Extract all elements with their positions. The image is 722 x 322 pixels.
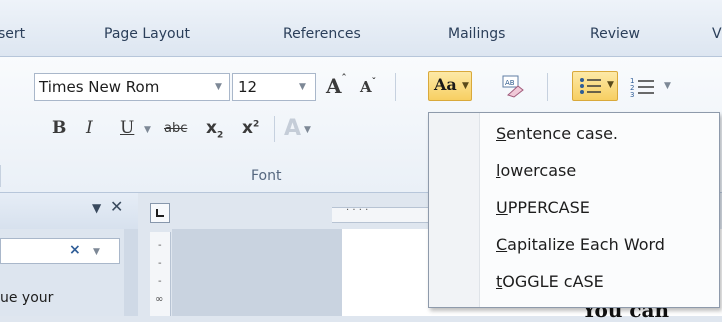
dropdown-arrow-icon: ▼ — [462, 81, 469, 91]
dropdown-arrow-icon[interactable]: ▼ — [304, 125, 311, 135]
font-name-value: Times New Rom — [39, 78, 160, 96]
separator — [0, 165, 1, 187]
tab-review[interactable]: Review — [590, 26, 640, 42]
strikethrough-button[interactable]: abc — [164, 121, 187, 136]
change-case-button[interactable]: Aa ▼ — [428, 71, 472, 101]
pane-header: ▼ ✕ — [0, 193, 138, 229]
menu-item-uppercase[interactable]: UPPERCASE — [430, 190, 718, 226]
numbering-button[interactable]: 1 2 3 ▼ — [628, 73, 678, 101]
change-case-icon: Aa — [434, 75, 457, 94]
menu-item-rest: PPERCASE — [507, 198, 590, 217]
bullets-icon — [580, 78, 601, 94]
bold-button[interactable]: B — [52, 118, 66, 138]
dropdown-arrow-icon[interactable]: ▼ — [607, 80, 614, 90]
horizontal-ruler: · · · · — [332, 205, 432, 223]
clear-format-icon: AB — [502, 75, 524, 98]
tab-page-layout[interactable]: Page Layout — [104, 26, 190, 42]
tab-mailings[interactable]: Mailings — [448, 26, 505, 42]
tab-references[interactable]: References — [283, 26, 361, 42]
font-size-combobox[interactable]: 12 ▼ — [232, 73, 316, 101]
menu-item-rest: entence case. — [506, 124, 618, 143]
separator — [547, 73, 548, 101]
underline-button[interactable]: U — [120, 118, 134, 138]
tab-insert[interactable]: sert — [0, 26, 25, 42]
font-group-label: Font — [251, 168, 282, 184]
document-margin-area — [172, 229, 342, 316]
change-case-menu: Sentence case. lowercase UPPERCASE Capit… — [428, 112, 720, 308]
menu-item-sentence-case[interactable]: Sentence case. — [430, 116, 718, 152]
menu-item-rest: apitalize Each Word — [507, 235, 665, 254]
ruler-tick: · · · · — [346, 205, 369, 216]
separator — [274, 116, 275, 142]
clear-format-button[interactable]: AB — [500, 73, 526, 99]
menu-item-label: tOGGLE cASE — [496, 264, 604, 300]
tab-stop-icon — [156, 209, 164, 217]
bullets-button[interactable]: ▼ — [572, 71, 618, 101]
separator — [395, 73, 396, 101]
menu-item-capitalize-each-word[interactable]: Capitalize Each Word — [430, 227, 718, 263]
superscript-label: x — [242, 118, 253, 138]
pane-search-input[interactable]: × ▼ — [0, 238, 120, 264]
ruler-tick: - — [158, 276, 162, 287]
italic-button[interactable]: I — [86, 118, 93, 138]
text-effects-icon[interactable]: A — [284, 116, 301, 141]
shrink-font-button[interactable]: Aˇ — [360, 78, 376, 96]
pane-menu-arrow-icon[interactable]: ▼ — [92, 201, 101, 215]
tab-view-partial[interactable]: V — [712, 26, 722, 42]
ruler-tick: ∞ — [155, 294, 164, 305]
menu-item-rest: OGGLE cASE — [502, 272, 604, 291]
ribbon-tab-bar: sert Page Layout References Mailings Rev… — [0, 0, 722, 57]
font-size-value: 12 — [238, 78, 258, 96]
dropdown-arrow-icon[interactable]: ▼ — [299, 74, 306, 100]
pane-scrollbar[interactable] — [124, 229, 138, 316]
superscript-button[interactable]: x2 — [242, 118, 259, 138]
shrink-font-icon: A — [360, 78, 372, 96]
svg-text:AB: AB — [505, 79, 515, 87]
menu-item-mnemonic: S — [496, 124, 507, 143]
subscript-label: x — [206, 118, 217, 138]
menu-item-rest: owercase — [500, 161, 577, 180]
menu-item-toggle-case[interactable]: tOGGLE cASE — [430, 264, 718, 300]
clear-icon[interactable]: × — [69, 242, 81, 258]
tab-stop-button[interactable] — [150, 203, 170, 223]
ruler-tick: - — [158, 258, 162, 269]
font-name-combobox[interactable]: Times New Rom ▼ — [34, 73, 230, 101]
menu-item-label: Capitalize Each Word — [496, 227, 665, 263]
svg-text:3: 3 — [630, 91, 634, 99]
grow-font-button[interactable]: Aˆ — [326, 74, 347, 98]
grow-font-icon: A — [326, 74, 342, 98]
dropdown-arrow-icon[interactable]: ▼ — [664, 81, 671, 91]
menu-item-label: UPPERCASE — [496, 190, 590, 226]
menu-item-mnemonic: U — [496, 198, 508, 217]
dropdown-arrow-icon[interactable]: ▼ — [215, 74, 222, 100]
pane-text: ue your — [0, 290, 54, 306]
ruler-tick: - — [158, 240, 162, 251]
subscript-button[interactable]: x2 — [206, 118, 223, 140]
close-icon[interactable]: ✕ — [110, 197, 123, 216]
menu-item-label: lowercase — [496, 153, 576, 189]
numbering-icon: 1 2 3 — [630, 77, 654, 99]
vertical-ruler: - - - ∞ — [150, 232, 171, 316]
dropdown-arrow-icon[interactable]: ▼ — [93, 247, 100, 257]
dropdown-arrow-icon[interactable]: ▼ — [144, 125, 151, 135]
menu-item-label: Sentence case. — [496, 116, 618, 152]
menu-item-lowercase[interactable]: lowercase — [430, 153, 718, 189]
menu-item-mnemonic: C — [496, 235, 508, 254]
